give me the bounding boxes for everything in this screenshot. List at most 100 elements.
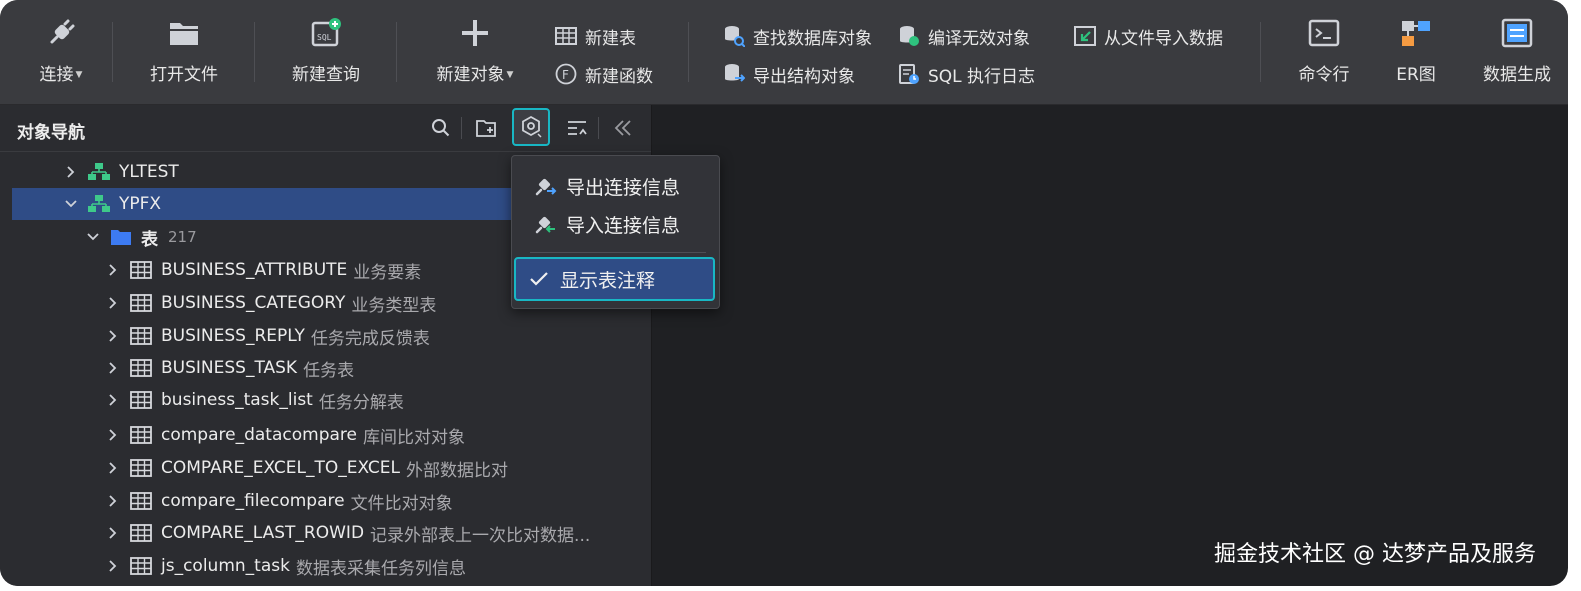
table-row[interactable]: COMPARE_EXCEL_TO_EXCEL 外部数据比对 bbox=[12, 452, 745, 484]
data-generate-label: 数据生成 bbox=[1483, 65, 1551, 85]
new-object-label: 新建对象 bbox=[436, 65, 505, 85]
chevron-right-icon[interactable] bbox=[106, 428, 120, 442]
tree-node-label: YLTEST bbox=[119, 162, 179, 182]
table-row[interactable]: COMPARE_LAST_ROWID 记录外部表上一次比对数据... bbox=[12, 517, 745, 549]
table-name: BUSINESS_REPLY bbox=[161, 326, 305, 346]
compile-invalid-button[interactable]: 编译无效对象 bbox=[898, 22, 1030, 50]
table-name: BUSINESS_ATTRIBUTE bbox=[161, 260, 348, 280]
toolbar: 连接 ▼ 打开文件 SQL 新建查询 新建对象 ▼ 新建表 F 新建函数 查找数… bbox=[0, 0, 1568, 105]
table-row[interactable]: compare_filecompare 文件比对对象 bbox=[12, 485, 745, 517]
navigator-settings-menu: 导出连接信息 导入连接信息 显示表注释 bbox=[511, 155, 720, 309]
find-db-object-label: 查找数据库对象 bbox=[753, 28, 872, 49]
tree-node-label: YPFX bbox=[119, 194, 162, 214]
toolbar-divider bbox=[1260, 22, 1261, 82]
open-file-button[interactable]: 打开文件 bbox=[146, 16, 222, 96]
chevron-right-icon[interactable] bbox=[106, 329, 120, 343]
table-row[interactable]: compare_datacompare 库间比对对象 bbox=[12, 419, 745, 451]
settings-menu-icon[interactable] bbox=[512, 108, 550, 146]
find-db-object-button[interactable]: 查找数据库对象 bbox=[723, 22, 872, 50]
chevron-down-icon[interactable] bbox=[64, 197, 78, 211]
command-line-label: 命令行 bbox=[1298, 65, 1350, 85]
terminal-icon bbox=[1307, 16, 1341, 50]
import-from-file-label: 从文件导入数据 bbox=[1104, 28, 1223, 49]
table-row[interactable]: js_column_task 数据表采集任务列信息 bbox=[12, 550, 745, 582]
table-comment: 外部数据比对 bbox=[406, 460, 508, 481]
function-icon: F bbox=[555, 63, 577, 85]
data-generate-button[interactable]: 数据生成 bbox=[1481, 16, 1553, 96]
menu-divider bbox=[530, 252, 706, 253]
table-row[interactable]: BUSINESS_TASK 任务表 bbox=[12, 352, 745, 384]
new-folder-icon[interactable] bbox=[472, 114, 500, 142]
table-comment: 任务完成反馈表 bbox=[310, 328, 430, 349]
chevron-right-icon[interactable] bbox=[106, 263, 120, 277]
toolbar-divider bbox=[254, 22, 255, 82]
connect-label: 连接 bbox=[39, 65, 74, 85]
export-structure-button[interactable]: 导出结构对象 bbox=[723, 60, 855, 88]
svg-text:SQL: SQL bbox=[317, 33, 332, 42]
plug-icon bbox=[44, 16, 78, 50]
menu-item-label: 导入连接信息 bbox=[566, 214, 681, 237]
new-table-button[interactable]: 新建表 bbox=[555, 22, 636, 50]
chevron-right-icon[interactable] bbox=[106, 393, 120, 407]
command-line-button[interactable]: 命令行 bbox=[1294, 16, 1354, 96]
new-object-button[interactable]: 新建对象 ▼ bbox=[430, 16, 520, 96]
table-icon bbox=[130, 458, 152, 478]
table-comment: 任务表 bbox=[303, 360, 355, 381]
table-icon bbox=[130, 390, 152, 410]
chevron-right-icon[interactable] bbox=[106, 559, 120, 573]
import-file-icon bbox=[1074, 25, 1096, 47]
chevron-right-icon[interactable] bbox=[64, 165, 78, 179]
navigator-title: 对象导航 bbox=[17, 123, 85, 143]
schema-icon bbox=[88, 162, 110, 182]
table-name: compare_datacompare bbox=[161, 425, 357, 445]
er-diagram-button[interactable]: ER图 bbox=[1394, 16, 1438, 96]
new-query-button[interactable]: SQL 新建查询 bbox=[288, 16, 364, 96]
table-icon bbox=[130, 293, 152, 313]
tree-node-label: 表 bbox=[141, 229, 158, 250]
table-row[interactable]: BUSINESS_REPLY 任务完成反馈表 bbox=[12, 320, 745, 352]
table-comment: 业务要素 bbox=[353, 262, 422, 283]
new-function-button[interactable]: F 新建函数 bbox=[555, 60, 653, 88]
toolbar-divider bbox=[396, 22, 397, 82]
data-generate-icon bbox=[1500, 16, 1534, 50]
database-search-icon bbox=[723, 25, 745, 47]
table-icon bbox=[130, 491, 152, 511]
database-compile-icon bbox=[898, 25, 920, 47]
connect-button[interactable]: 连接 ▼ bbox=[30, 16, 92, 96]
chevron-down-icon[interactable] bbox=[86, 230, 100, 244]
table-name: COMPARE_EXCEL_TO_EXCEL bbox=[161, 458, 400, 478]
import-from-file-button[interactable]: 从文件导入数据 bbox=[1074, 22, 1223, 50]
database-export-icon bbox=[723, 63, 745, 85]
table-name: BUSINESS_CATEGORY bbox=[161, 293, 346, 313]
table-name: business_task_list bbox=[161, 390, 313, 410]
double-chevron-left-icon[interactable] bbox=[609, 114, 637, 142]
chevron-right-icon[interactable] bbox=[106, 461, 120, 475]
chevron-right-icon[interactable] bbox=[106, 526, 120, 540]
chevron-right-icon[interactable] bbox=[106, 494, 120, 508]
sql-log-button[interactable]: SQL 执行日志 bbox=[898, 60, 1035, 88]
table-name: js_column_task bbox=[161, 556, 290, 576]
menu-item-export-connections[interactable]: 导出连接信息 bbox=[522, 168, 710, 204]
export-structure-label: 导出结构对象 bbox=[753, 66, 855, 87]
import-plug-icon bbox=[532, 211, 558, 237]
chevron-right-icon[interactable] bbox=[106, 296, 120, 310]
table-comment: 记录外部表上一次比对数据... bbox=[370, 525, 591, 546]
export-plug-icon bbox=[532, 173, 558, 199]
chevron-right-icon[interactable] bbox=[106, 361, 120, 375]
table-comment: 业务类型表 bbox=[351, 295, 437, 316]
watermark: 掘金技术社区 @ 达梦产品及服务 bbox=[1214, 542, 1536, 567]
table-row[interactable]: business_task_list 任务分解表 bbox=[12, 384, 745, 416]
collapse-all-icon[interactable] bbox=[563, 114, 591, 142]
toolbar-divider bbox=[688, 22, 689, 82]
table-comment: 库间比对对象 bbox=[362, 427, 465, 448]
open-file-label: 打开文件 bbox=[150, 65, 218, 85]
table-comment: 数据表采集任务列信息 bbox=[295, 558, 466, 579]
log-clock-icon bbox=[898, 63, 920, 85]
folder-open-icon bbox=[167, 16, 201, 50]
table-icon bbox=[130, 260, 152, 280]
menu-item-show-table-comments[interactable]: 显示表注释 bbox=[514, 257, 715, 301]
plus-icon bbox=[458, 16, 492, 50]
search-icon[interactable] bbox=[427, 114, 455, 142]
menu-item-import-connections[interactable]: 导入连接信息 bbox=[522, 206, 710, 242]
sql-file-icon: SQL bbox=[309, 16, 343, 50]
